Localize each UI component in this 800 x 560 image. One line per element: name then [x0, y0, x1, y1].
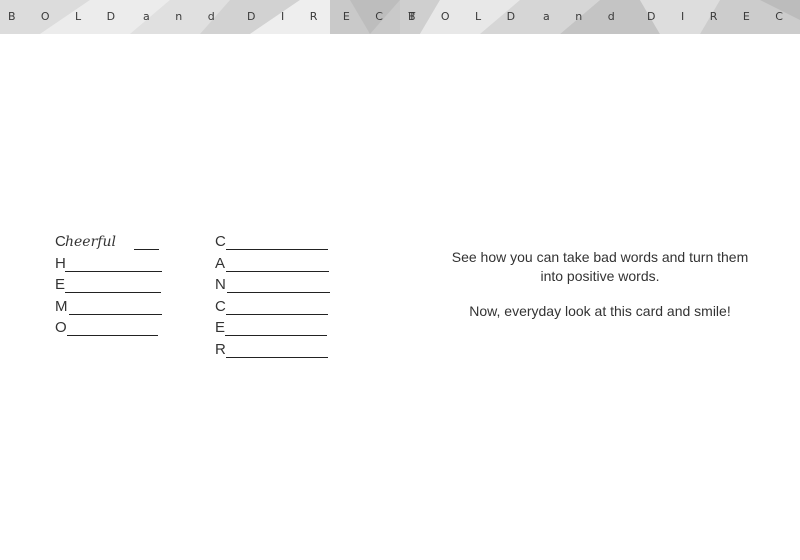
acrostic-letter: C — [215, 233, 226, 250]
answer-line[interactable] — [65, 270, 162, 272]
answer-line[interactable] — [225, 335, 327, 337]
acrostic-letter: R — [215, 340, 226, 358]
banner-word: BOLD — [8, 10, 141, 23]
banner-word: DIRECT — [647, 10, 800, 23]
message-closing: Now, everyday look at this card and smil… — [469, 303, 731, 319]
banner-text-right: BOLD and DIRECT — [400, 0, 800, 34]
acrostic-letter: M — [55, 297, 68, 315]
acrostic-letter: O — [55, 319, 67, 337]
answer-line[interactable] — [227, 292, 330, 294]
acrostic-letter: N — [215, 276, 226, 294]
banner: BOLD and DIRECT BOLD and DIRECT — [0, 0, 800, 34]
acrostic-letter: E — [215, 319, 226, 337]
answer-line[interactable] — [226, 313, 328, 315]
answer-line[interactable] — [134, 249, 159, 250]
banner-word: and — [543, 10, 641, 23]
answer-line[interactable] — [226, 270, 329, 272]
answer-line[interactable] — [65, 292, 161, 294]
banner-word: and — [143, 10, 241, 23]
answer-line[interactable] — [226, 356, 328, 358]
acrostic-answer: heerful — [65, 234, 116, 250]
answer-line[interactable] — [226, 249, 328, 250]
answer-line[interactable] — [69, 313, 162, 315]
banner-word: BOLD — [408, 10, 541, 23]
answer-line[interactable] — [67, 335, 158, 337]
acrostic-letter: E — [55, 276, 66, 294]
message-block: See how you can take bad words and turn … — [450, 248, 750, 337]
acrostic-letter: A — [215, 254, 226, 272]
banner-text-left: BOLD and DIRECT — [0, 0, 415, 34]
acrostic-letter: C — [215, 297, 226, 315]
message-instruction: See how you can take bad words and turn … — [451, 249, 749, 284]
